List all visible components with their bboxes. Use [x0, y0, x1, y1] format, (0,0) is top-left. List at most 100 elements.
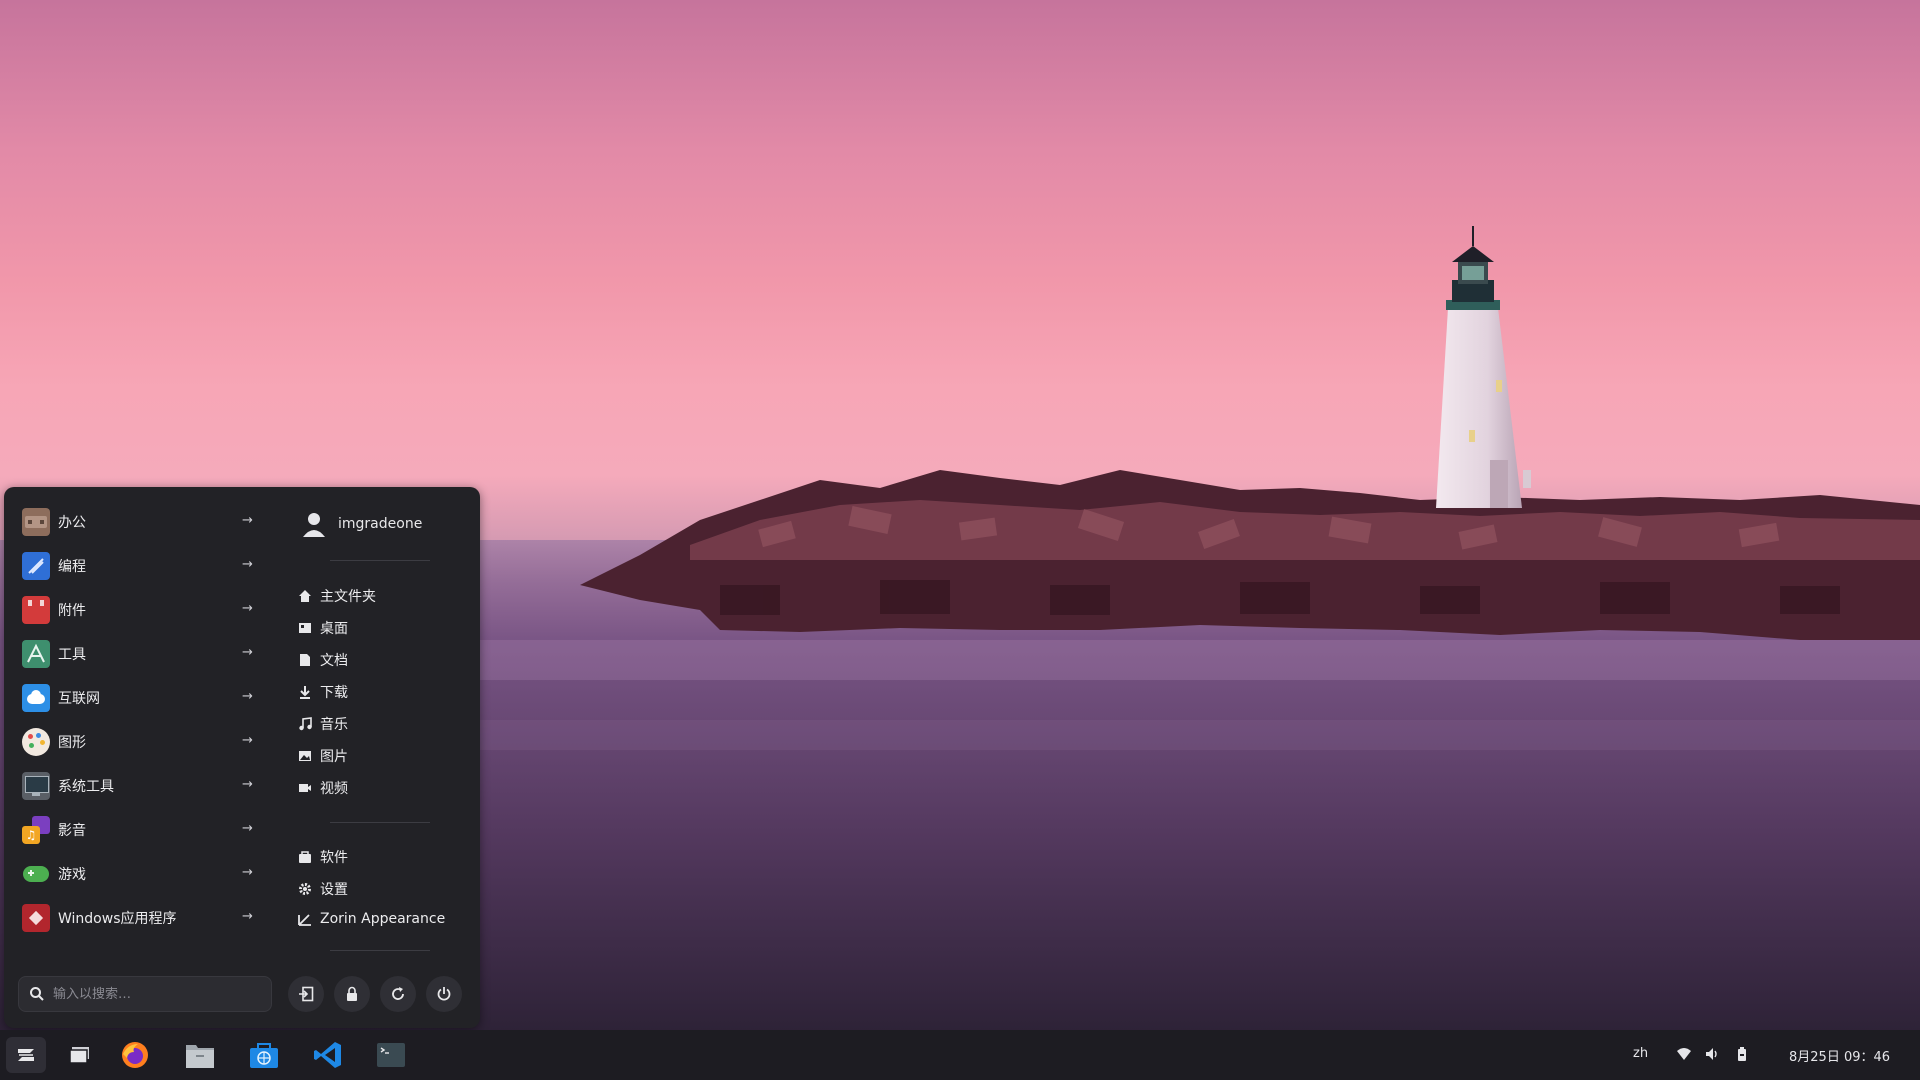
accessories-icon: [22, 596, 50, 624]
username: imgradeone: [338, 516, 423, 532]
divider: [330, 950, 430, 951]
category-label: 工具: [58, 647, 86, 663]
category-programming[interactable]: 编程 →: [22, 546, 262, 586]
menu-item-label: 设置: [320, 882, 348, 898]
place-desktop[interactable]: 桌面: [298, 616, 348, 640]
office-icon: [22, 508, 50, 536]
document-icon: [300, 654, 310, 666]
place-label: 视频: [320, 781, 348, 797]
desktop: 办公 → 编程 → 附件 → 工具 → 互联网 → 图形 → 系统工具 → ♫ …: [0, 0, 1920, 1080]
show-desktop-button[interactable]: [60, 1037, 100, 1073]
place-pictures[interactable]: 图片: [298, 744, 348, 768]
place-label: 音乐: [320, 717, 348, 733]
place-label: 主文件夹: [320, 589, 376, 605]
internet-icon: [22, 684, 50, 712]
place-downloads[interactable]: 下载: [298, 680, 348, 704]
clock[interactable]: 8月25日 09：46: [1789, 1046, 1890, 1065]
user-button[interactable]: imgradeone: [300, 507, 422, 541]
category-label: 图形: [58, 735, 86, 751]
language-indicator[interactable]: zh: [1633, 1046, 1648, 1061]
firefox-button[interactable]: [115, 1037, 155, 1073]
category-label: 影音: [58, 823, 86, 839]
menu-item-label: 软件: [320, 850, 348, 866]
category-office[interactable]: 办公 →: [22, 502, 262, 542]
software-store-icon: [250, 1043, 278, 1068]
lock-icon: [347, 986, 357, 1001]
search-icon: [30, 987, 44, 1001]
menu-software[interactable]: 软件: [298, 845, 348, 869]
arrow-right-icon: →: [242, 645, 253, 660]
video-icon: [299, 784, 311, 792]
volume-icon[interactable]: [1704, 1046, 1720, 1062]
divider: [330, 560, 430, 561]
category-accessories[interactable]: 附件 →: [22, 590, 262, 630]
place-label: 文档: [320, 653, 348, 669]
files-icon: [186, 1045, 214, 1068]
search-box[interactable]: [18, 976, 272, 1012]
place-home[interactable]: 主文件夹: [298, 584, 376, 608]
utilities-icon: [22, 640, 50, 668]
logout-icon: [299, 986, 314, 1002]
category-label: 附件: [58, 603, 86, 619]
settings-icon: [299, 883, 311, 895]
category-multimedia[interactable]: ♫ 影音 →: [22, 810, 262, 850]
category-games[interactable]: 游戏 →: [22, 854, 262, 894]
category-label: 编程: [58, 559, 86, 575]
zorin-menu-icon: [18, 1049, 34, 1061]
files-button[interactable]: [180, 1037, 220, 1073]
terminal-icon: [377, 1043, 405, 1067]
place-music[interactable]: 音乐: [298, 712, 348, 736]
arrow-right-icon: →: [242, 909, 253, 924]
menu-zorin-appearance[interactable]: Zorin Appearance: [298, 907, 445, 931]
system-tools-icon: [22, 772, 50, 800]
software-icon: [299, 851, 311, 863]
restart-button[interactable]: [380, 976, 416, 1012]
battery-icon[interactable]: [1734, 1046, 1750, 1062]
zorin-menu-button[interactable]: [6, 1037, 46, 1073]
arrow-right-icon: →: [242, 689, 253, 704]
arrow-right-icon: →: [242, 777, 253, 792]
place-videos[interactable]: 视频: [298, 776, 348, 800]
show-desktop-icon: [69, 1047, 89, 1064]
software-store-button[interactable]: [244, 1037, 284, 1073]
lock-button[interactable]: [334, 976, 370, 1012]
arrow-right-icon: →: [242, 601, 253, 616]
category-label: 互联网: [58, 691, 100, 707]
power-button[interactable]: [426, 976, 462, 1012]
place-label: 图片: [320, 749, 348, 765]
category-label: Windows应用程序: [58, 911, 177, 927]
category-internet[interactable]: 互联网 →: [22, 678, 262, 718]
logout-button[interactable]: [288, 976, 324, 1012]
menu-item-label: Zorin Appearance: [320, 911, 446, 927]
windows-apps-icon: [22, 904, 50, 932]
picture-icon: [299, 751, 311, 761]
appearance-icon: [298, 914, 311, 926]
arrow-right-icon: →: [242, 821, 253, 836]
wifi-icon[interactable]: [1676, 1046, 1692, 1062]
category-graphics[interactable]: 图形 →: [22, 722, 262, 762]
arrow-right-icon: →: [242, 557, 253, 572]
terminal-button[interactable]: [371, 1037, 411, 1073]
graphics-icon: [22, 728, 50, 756]
home-icon: [299, 590, 311, 602]
place-label: 桌面: [320, 621, 348, 637]
music-icon: [299, 717, 312, 731]
place-label: 下载: [320, 685, 348, 701]
user-avatar-icon: [303, 513, 325, 537]
vscode-button[interactable]: [308, 1037, 348, 1073]
vscode-icon: [314, 1042, 341, 1068]
search-input[interactable]: [51, 985, 255, 1003]
multimedia-icon: ♫: [22, 816, 50, 844]
category-label: 系统工具: [58, 779, 114, 795]
desktop-icon: [299, 623, 311, 633]
category-windows-apps[interactable]: Windows应用程序 →: [22, 898, 262, 938]
place-documents[interactable]: 文档: [298, 648, 348, 672]
power-icon: [437, 987, 451, 1001]
taskbar: zh 8月25日 09：46: [0, 1030, 1920, 1080]
category-utilities[interactable]: 工具 →: [22, 634, 262, 674]
menu-settings[interactable]: 设置: [298, 877, 348, 901]
arrow-right-icon: →: [242, 865, 253, 880]
games-icon: [22, 860, 50, 888]
lighthouse: [1436, 226, 1531, 508]
category-system-tools[interactable]: 系统工具 →: [22, 766, 262, 806]
